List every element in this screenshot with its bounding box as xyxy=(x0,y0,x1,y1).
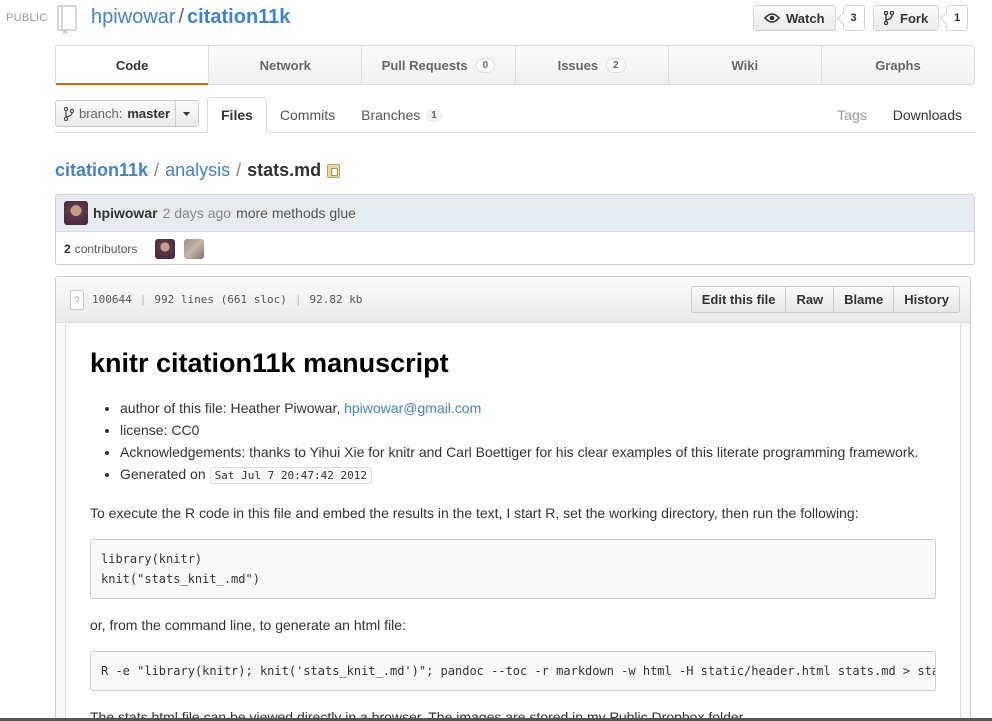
branch-caret xyxy=(175,101,191,126)
sub-nav-right: Tags Downloads xyxy=(824,97,975,133)
count-badge: 0 xyxy=(475,57,496,73)
subnav-tags[interactable]: Tags xyxy=(824,97,880,133)
document-title: knitr citation11k manuscript xyxy=(90,348,449,378)
repo-tabs: Code Network Pull Requests 0 Issues 2 Wiki… xyxy=(55,45,975,85)
bullet-list: author of this file: Heather Piwowar, hp… xyxy=(90,397,936,487)
watch-count[interactable]: 3 xyxy=(842,5,865,31)
divider: | xyxy=(294,293,302,306)
branch-value: master xyxy=(127,106,171,121)
tab-label: Graphs xyxy=(875,57,921,73)
commit-summary: hpiwowar 2 days ago more methods glue xyxy=(56,195,974,232)
watch-label: Watch xyxy=(786,10,825,26)
fork-group: Fork 1 xyxy=(873,5,969,31)
author-text: author of this file: Heather Piwowar, xyxy=(120,400,345,416)
tab-issues[interactable]: Issues 2 xyxy=(516,46,669,84)
fork-count[interactable]: 1 xyxy=(946,5,969,31)
repo-separator: / xyxy=(178,6,185,28)
eye-icon xyxy=(764,13,780,23)
avatar[interactable] xyxy=(64,201,88,225)
contributor-avatar[interactable] xyxy=(155,238,176,259)
tab-label: Issues xyxy=(557,57,599,73)
repo-name-link[interactable]: citation11k xyxy=(187,6,290,28)
edit-file-button[interactable]: Edit this file xyxy=(691,287,787,312)
list-item: author of this file: Heather Piwowar, hp… xyxy=(120,397,936,419)
blame-button[interactable]: Blame xyxy=(834,287,895,312)
history-button[interactable]: History xyxy=(894,287,959,312)
subnav-branches-label: Branches xyxy=(361,107,421,123)
repo-title: hpiwowar / citation11k xyxy=(91,6,290,29)
commit-author[interactable]: hpiwowar xyxy=(93,205,158,221)
clipboard-icon[interactable] xyxy=(327,163,341,178)
subnav-downloads[interactable]: Downloads xyxy=(880,97,975,133)
contributors-count[interactable]: 2 xyxy=(64,242,71,256)
code-block: R -e "library(knitr); knit('stats_knit_.… xyxy=(90,651,936,691)
divider: | xyxy=(139,293,147,306)
tab-label: Wiki xyxy=(731,57,759,73)
subnav-files[interactable]: Files xyxy=(207,97,267,133)
breadcrumb-root[interactable]: citation11k xyxy=(55,160,148,181)
file-lines: 992 lines (661 sloc) xyxy=(154,293,287,306)
breadcrumb-separator: / xyxy=(154,160,160,180)
tab-network[interactable]: Network xyxy=(209,46,363,84)
file-actions: Edit this file Raw Blame History xyxy=(690,286,960,313)
commit-age: 2 days ago xyxy=(162,205,232,221)
watch-button[interactable]: Watch xyxy=(753,5,836,31)
watch-group: Watch 3 xyxy=(753,5,865,31)
breadcrumb-separator: / xyxy=(236,160,242,180)
tab-label: Pull Requests xyxy=(381,57,468,73)
fork-icon xyxy=(884,11,894,25)
breadcrumb: citation11k / analysis / stats.md xyxy=(55,160,341,181)
count-badge: 2 xyxy=(606,57,626,73)
contributor-avatar[interactable] xyxy=(184,238,205,259)
code-block: library(knitr) knit("stats_knit_.md") xyxy=(90,539,936,599)
branch-label: branch: xyxy=(79,106,123,121)
file-info: 100644 | 992 lines (661 sloc) | 92.82 kb xyxy=(92,293,362,306)
sub-nav: Files Commits Branches 1 xyxy=(207,97,455,133)
markdown-body: knitr citation11k manuscript author of t… xyxy=(65,324,961,721)
subnav-commits[interactable]: Commits xyxy=(267,97,348,133)
repo-owner-link[interactable]: hpiwowar xyxy=(91,6,175,28)
generated-text: Generated on xyxy=(120,466,206,482)
branch-icon xyxy=(64,106,74,121)
tab-pull-requests[interactable]: Pull Requests 0 xyxy=(362,46,516,84)
public-label: PUBLIC xyxy=(6,12,48,24)
raw-button[interactable]: Raw xyxy=(786,287,835,312)
fork-label: Fork xyxy=(900,10,929,26)
tab-label: Network xyxy=(259,57,311,73)
file-size: 92.82 kb xyxy=(309,293,363,306)
latest-commit: hpiwowar 2 days ago more methods glue 2 … xyxy=(55,194,975,265)
paragraph: To execute the R code in this file and e… xyxy=(90,505,859,521)
branch-selector[interactable]: branch: master xyxy=(55,100,199,127)
generated-date: Sat Jul 7 20:47:42 2012 xyxy=(209,467,372,484)
count-badge: 1 xyxy=(426,108,442,122)
file-mode: 100644 xyxy=(92,293,132,306)
list-item: Generated onSat Jul 7 20:47:42 2012 xyxy=(120,463,936,487)
file-header: ? 100644 | 992 lines (661 sloc) | 92.82 … xyxy=(56,277,970,323)
contributors-row: 2 contributors xyxy=(56,232,974,264)
list-item: license: CC0 xyxy=(120,419,936,441)
email-link[interactable]: hpiwowar@gmail.com xyxy=(344,400,481,416)
contributors-label[interactable]: contributors xyxy=(75,242,138,256)
file-viewer: ? 100644 | 992 lines (661 sloc) | 92.82 … xyxy=(55,276,971,721)
commit-message[interactable]: more methods glue xyxy=(236,205,356,221)
caret-down-icon xyxy=(183,111,191,116)
tab-label: Code xyxy=(115,57,149,73)
breadcrumb-file: stats.md xyxy=(247,160,322,180)
list-item: Acknowledgements: thanks to Yihui Xie fo… xyxy=(120,441,936,463)
tab-wiki[interactable]: Wiki xyxy=(669,46,822,84)
subnav-branches[interactable]: Branches 1 xyxy=(348,97,455,133)
tab-code[interactable]: Code xyxy=(56,46,210,85)
fork-button[interactable]: Fork xyxy=(873,5,940,31)
tab-graphs[interactable]: Graphs xyxy=(822,46,974,84)
file-icon: ? xyxy=(70,289,84,310)
breadcrumb-dir[interactable]: analysis xyxy=(165,160,230,181)
paragraph: or, from the command line, to generate a… xyxy=(90,617,406,633)
repo-icon xyxy=(57,5,77,34)
